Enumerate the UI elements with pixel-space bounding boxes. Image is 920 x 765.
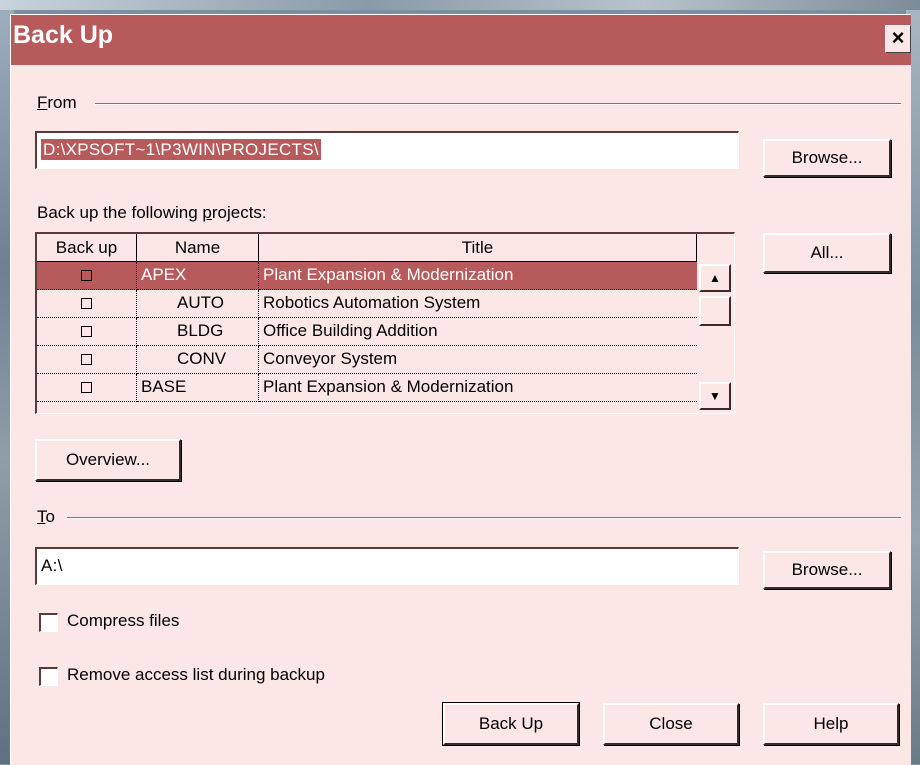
project-name: APEX: [137, 262, 259, 290]
back-up-button[interactable]: Back Up: [442, 702, 580, 746]
project-name: BLDG: [137, 318, 259, 346]
project-title: Plant Expansion & Modernization: [259, 374, 697, 402]
close-button[interactable]: Close: [603, 703, 739, 745]
column-header-title[interactable]: Title: [259, 234, 697, 262]
project-name: CONV: [137, 346, 259, 374]
select-all-button[interactable]: All...: [763, 233, 891, 273]
window-title: Back Up: [13, 21, 114, 49]
project-backup-checkbox[interactable]: [81, 298, 92, 309]
scroll-down-icon[interactable]: ▼: [699, 382, 731, 410]
project-backup-cell[interactable]: [37, 290, 137, 318]
project-row[interactable]: CONV Conveyor System: [37, 346, 697, 374]
from-path-value: D:\XPSOFT~1\P3WIN\PROJECTS\: [41, 139, 321, 160]
desktop-background-top: [0, 0, 920, 10]
overview-button[interactable]: Overview...: [35, 439, 181, 481]
project-row[interactable]: BLDG Office Building Addition: [37, 318, 697, 346]
project-name: BASE: [137, 374, 259, 402]
project-title: Plant Expansion & Modernization: [259, 262, 697, 290]
column-header-name[interactable]: Name: [137, 234, 259, 262]
project-backup-cell[interactable]: [37, 262, 137, 290]
to-divider: [67, 517, 901, 519]
project-row[interactable]: APEX Plant Expansion & Modernization: [37, 262, 697, 290]
project-title: Robotics Automation System: [259, 290, 697, 318]
close-icon[interactable]: ×: [885, 25, 911, 53]
project-backup-cell[interactable]: [37, 346, 137, 374]
from-label: From: [37, 93, 77, 112]
remove-access-checkbox[interactable]: [39, 667, 58, 686]
project-row[interactable]: AUTO Robotics Automation System: [37, 290, 697, 318]
from-path-input[interactable]: D:\XPSOFT~1\P3WIN\PROJECTS\: [35, 131, 739, 169]
from-divider: [95, 103, 901, 105]
project-backup-cell[interactable]: [37, 374, 137, 402]
projects-scrollbar[interactable]: ▲ ▼: [697, 262, 734, 412]
projects-label: Back up the following projects:: [37, 203, 267, 222]
project-title: Office Building Addition: [259, 318, 697, 346]
to-label: To: [37, 507, 55, 526]
project-backup-checkbox[interactable]: [81, 270, 92, 281]
project-name: AUTO: [137, 290, 259, 318]
remove-access-label[interactable]: Remove access list during backup: [67, 665, 325, 685]
title-bar[interactable]: Back Up ×: [11, 15, 911, 65]
project-backup-checkbox[interactable]: [81, 354, 92, 365]
from-browse-button[interactable]: Browse...: [763, 139, 891, 177]
to-path-value: A:\: [41, 556, 63, 575]
scroll-thumb[interactable]: [699, 296, 731, 326]
project-backup-checkbox[interactable]: [81, 326, 92, 337]
project-backup-cell[interactable]: [37, 318, 137, 346]
project-row[interactable]: BASE Plant Expansion & Modernization: [37, 374, 697, 402]
to-browse-button[interactable]: Browse...: [763, 551, 891, 589]
compress-files-label[interactable]: Compress files: [67, 611, 179, 631]
backup-dialog: Back Up × From D:\XPSOFT~1\P3WIN\PROJECT…: [10, 14, 911, 765]
column-header-backup[interactable]: Back up: [37, 234, 137, 262]
projects-list[interactable]: Back up Name Title APEX Plant Expansion &…: [35, 232, 735, 414]
help-button[interactable]: Help: [763, 703, 899, 745]
to-path-input[interactable]: A:\: [35, 547, 739, 585]
project-title: Conveyor System: [259, 346, 697, 374]
project-backup-checkbox[interactable]: [81, 382, 92, 393]
compress-files-checkbox[interactable]: [39, 613, 58, 632]
scroll-up-icon[interactable]: ▲: [699, 264, 731, 292]
